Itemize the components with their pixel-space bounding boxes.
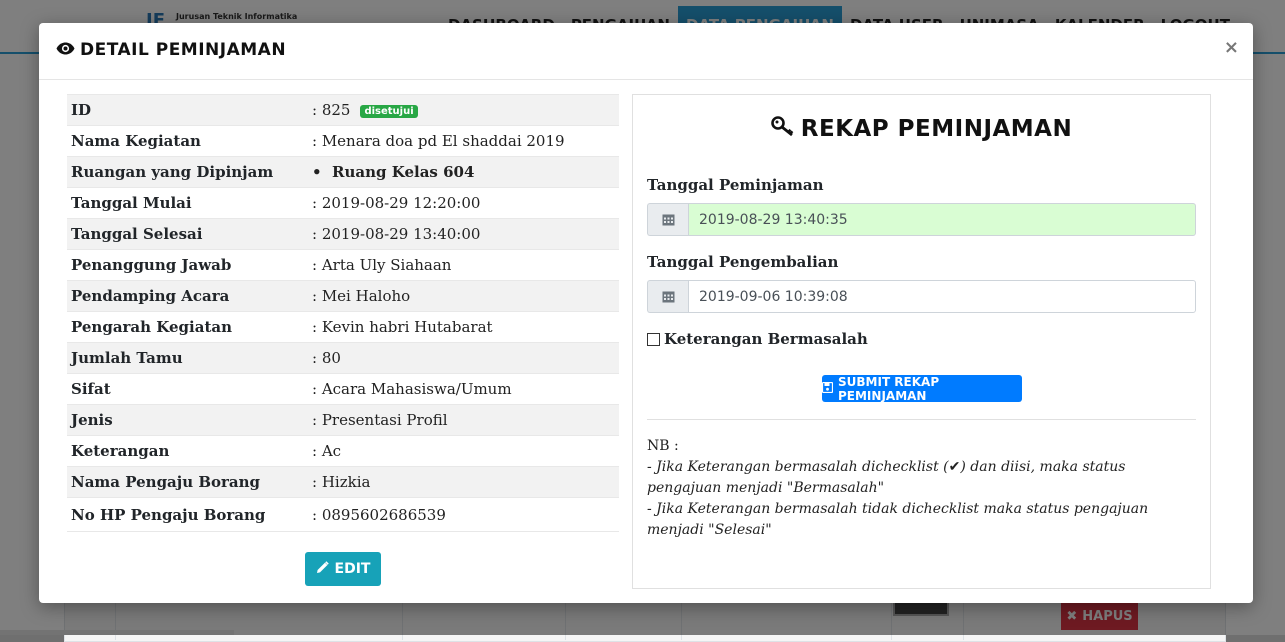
rekap-card: REKAP PEMINJAMAN Tanggal Peminjaman 2019… — [632, 94, 1211, 589]
table-row: Jenis : Presentasi Profil — [67, 404, 619, 436]
row-label: Nama Kegiatan — [67, 125, 308, 157]
id-value: : 825 — [312, 101, 351, 119]
row-label: No HP Pengaju Borang — [67, 497, 308, 532]
keterangan-bermasalah-row: Keterangan Bermasalah — [647, 330, 868, 348]
table-row: Nama Kegiatan : Menara doa pd El shaddai… — [67, 125, 619, 157]
save-icon — [821, 381, 834, 396]
row-value: : 2019-08-29 13:40:00 — [308, 218, 619, 250]
table-row: ID : 825 disetujui — [67, 94, 619, 126]
submit-label: SUBMIT REKAP PEMINJAMAN — [838, 374, 940, 403]
row-value: : Hizkia — [308, 466, 619, 498]
pencil-icon — [316, 560, 329, 578]
row-label: Jenis — [67, 404, 308, 436]
table-row: Tanggal Selesai : 2019-08-29 13:40:00 — [67, 218, 619, 250]
nb-line-1: - Jika Keterangan bermasalah dichecklist… — [647, 457, 1187, 499]
nb-line-2: - Jika Keterangan bermasalah tidak diche… — [647, 501, 1149, 538]
row-value: : Arta Uly Siahaan — [308, 249, 619, 281]
rekap-title-text: REKAP PEMINJAMAN — [800, 116, 1073, 142]
tanggal-peminjaman-label: Tanggal Peminjaman — [647, 176, 824, 194]
key-icon — [770, 115, 795, 143]
edit-button[interactable]: EDIT — [305, 552, 381, 586]
row-value: : Mei Haloho — [308, 280, 619, 312]
tanggal-pengembalian-input[interactable]: 2019-09-06 10:39:08 — [688, 280, 1196, 313]
keterangan-bermasalah-checkbox[interactable] — [647, 332, 660, 346]
table-row: Sifat : Acara Mahasiswa/Umum — [67, 373, 619, 405]
table-row: Jumlah Tamu : 80 — [67, 342, 619, 374]
row-label: Keterangan — [67, 435, 308, 467]
row-value: : 0895602686539 — [308, 497, 619, 532]
table-row: Keterangan : Ac — [67, 435, 619, 467]
row-value: : Presentasi Profil — [308, 404, 619, 436]
modal-header: DETAIL PEMINJAMAN × — [39, 23, 1253, 80]
close-icon[interactable]: × — [1224, 37, 1239, 58]
keterangan-bermasalah-label: Keterangan Bermasalah — [664, 330, 868, 348]
modal-title: DETAIL PEMINJAMAN — [56, 40, 286, 60]
status-badge: disetujui — [360, 104, 418, 118]
detail-table: ID : 825 disetujui Nama Kegiatan : Menara… — [67, 94, 619, 532]
row-value: : 2019-08-29 12:20:00 — [308, 187, 619, 219]
rekap-title: REKAP PEMINJAMAN — [633, 115, 1210, 143]
table-row: Penanggung Jawab : Arta Uly Siahaan — [67, 249, 619, 281]
row-label: Ruangan yang Dipinjam — [67, 156, 308, 188]
nb-note: NB : - Jika Keterangan bermasalah dichec… — [647, 436, 1187, 541]
divider — [647, 419, 1196, 420]
submit-rekap-button[interactable]: SUBMIT REKAP PEMINJAMAN — [821, 374, 1022, 403]
tanggal-pengembalian-group: 2019-09-06 10:39:08 — [647, 280, 1196, 313]
row-label: Jumlah Tamu — [67, 342, 308, 374]
room-value: Ruang Kelas 604 — [332, 163, 475, 181]
edit-label: EDIT — [334, 561, 371, 577]
row-label: Tanggal Selesai — [67, 218, 308, 250]
row-label: Tanggal Mulai — [67, 187, 308, 219]
detail-modal: DETAIL PEMINJAMAN × ID : 825 disetujui Na… — [39, 23, 1253, 603]
row-label: Penanggung Jawab — [67, 249, 308, 281]
calendar-icon[interactable] — [647, 203, 688, 236]
row-value: : Menara doa pd El shaddai 2019 — [308, 125, 619, 157]
table-row: Tanggal Mulai : 2019-08-29 12:20:00 — [67, 187, 619, 219]
table-row: Ruangan yang Dipinjam • Ruang Kelas 604 — [67, 156, 619, 188]
nb-line-1-a: - Jika Keterangan bermasalah dichecklist… — [647, 459, 949, 475]
row-label: Pendamping Acara — [67, 280, 308, 312]
nb-title: NB : — [647, 438, 679, 454]
row-value: : Ac — [308, 435, 619, 467]
calendar-icon[interactable] — [647, 280, 688, 313]
row-value: : Kevin habri Hutabarat — [308, 311, 619, 343]
row-label: Nama Pengaju Borang — [67, 466, 308, 498]
eye-icon — [56, 40, 75, 60]
row-value: : 825 disetujui — [308, 94, 619, 126]
modal-title-text: DETAIL PEMINJAMAN — [80, 40, 287, 60]
table-row: Pendamping Acara : Mei Haloho — [67, 280, 619, 312]
check-icon: ✔ — [948, 459, 961, 475]
bullet-icon: • — [312, 163, 333, 181]
row-value: • Ruang Kelas 604 — [308, 156, 619, 188]
row-value: : Acara Mahasiswa/Umum — [308, 373, 619, 405]
table-row: Pengarah Kegiatan : Kevin habri Hutabara… — [67, 311, 619, 343]
table-row: No HP Pengaju Borang : 0895602686539 — [67, 497, 619, 532]
table-row: Nama Pengaju Borang : Hizkia — [67, 466, 619, 498]
row-label: ID — [67, 94, 308, 126]
row-label: Sifat — [67, 373, 308, 405]
tanggal-pengembalian-label: Tanggal Pengembalian — [647, 253, 839, 271]
row-value: : 80 — [308, 342, 619, 374]
row-label: Pengarah Kegiatan — [67, 311, 308, 343]
tanggal-peminjaman-group: 2019-08-29 13:40:35 — [647, 203, 1196, 236]
tanggal-peminjaman-input[interactable]: 2019-08-29 13:40:35 — [688, 203, 1196, 236]
